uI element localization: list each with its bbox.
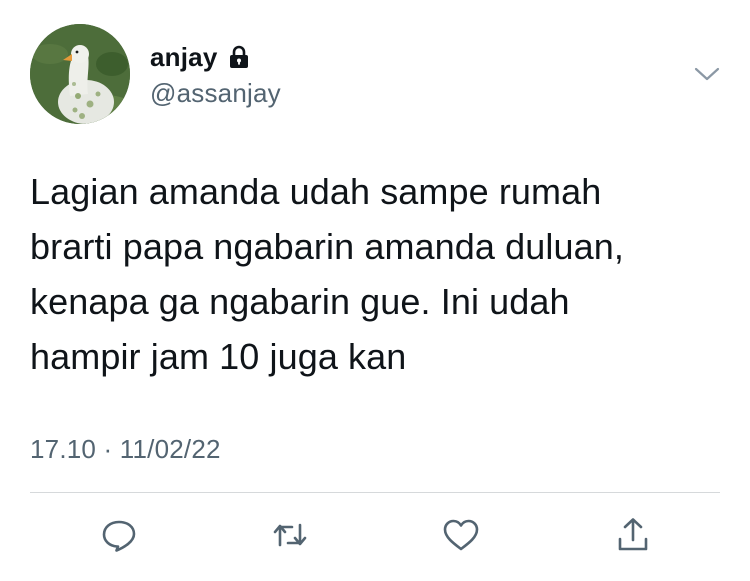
retweet-button[interactable] (267, 512, 313, 558)
action-bar (0, 512, 750, 562)
user-handle[interactable]: @assanjay (150, 78, 281, 109)
tweet-text: Lagian amanda udah sampe rumah brarti pa… (30, 164, 720, 384)
display-name-row: anjay (150, 40, 281, 74)
tweet-timestamp[interactable]: 17.10 · 11/02/22 (30, 434, 221, 465)
share-button[interactable] (610, 512, 656, 558)
duck-avatar-icon (30, 24, 130, 124)
avatar[interactable] (30, 24, 130, 124)
retweet-icon (273, 523, 307, 547)
tweet-text-line: brarti papa ngabarin amanda duluan, (30, 226, 624, 267)
user-header: anjay @assanjay (150, 40, 281, 109)
heart-icon (443, 519, 479, 551)
chevron-down-icon[interactable] (692, 64, 722, 84)
like-button[interactable] (438, 512, 484, 558)
tweet-text-line: kenapa ga ngabarin gue. Ini udah (30, 281, 570, 322)
tweet-text-line: Lagian amanda udah sampe rumah (30, 171, 602, 212)
reply-icon (102, 520, 136, 552)
lock-icon (226, 44, 252, 70)
divider (30, 492, 720, 493)
tweet-text-line: hampir jam 10 juga kan (30, 336, 407, 377)
reply-button[interactable] (96, 512, 142, 558)
share-icon (618, 518, 648, 551)
display-name[interactable]: anjay (150, 42, 218, 73)
tweet-card: anjay @assanjay Lagian amanda udah sampe… (0, 0, 750, 581)
